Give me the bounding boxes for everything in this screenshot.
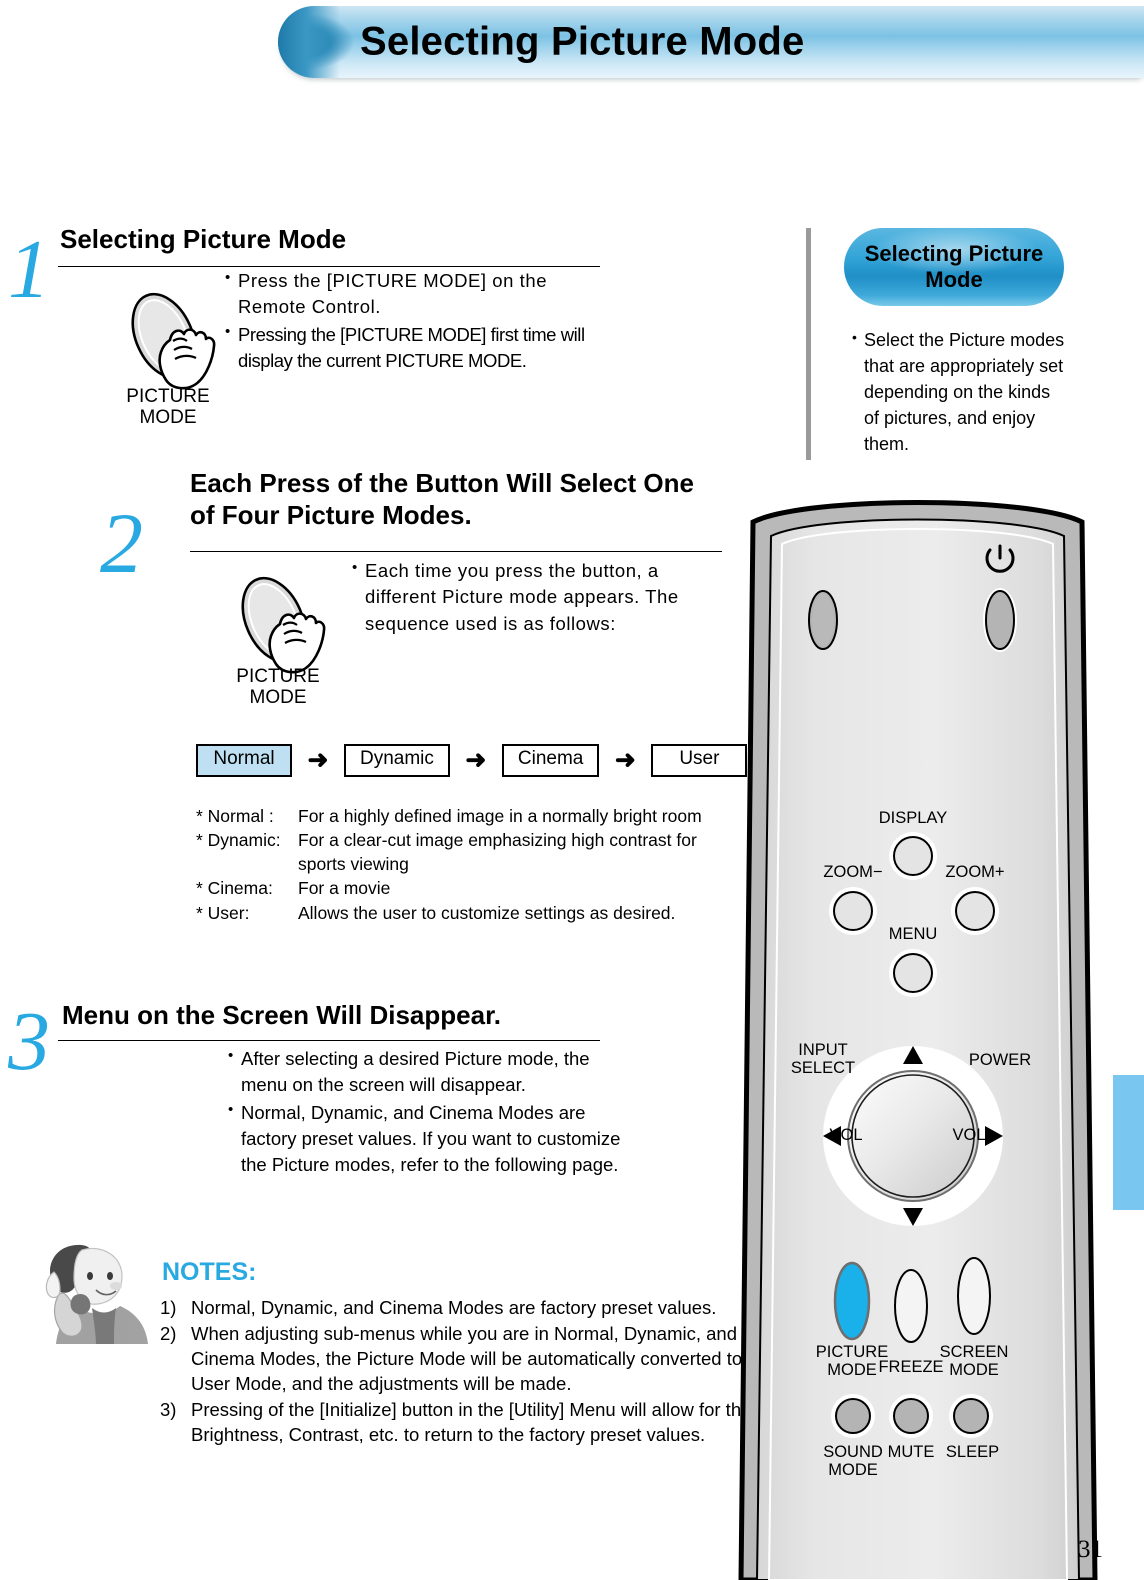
- definition-term: * Cinema:: [196, 878, 273, 899]
- note-item: 3) Pressing of the [Initialize] button i…: [160, 1398, 778, 1448]
- note-number: 3): [160, 1398, 177, 1420]
- step-3-divider: [58, 1040, 600, 1041]
- sequence-item-cinema[interactable]: Cinema: [501, 744, 600, 777]
- sequence-arrow-icon-1: ➜: [307, 745, 329, 774]
- step-1-heading: Selecting Picture Mode: [60, 224, 347, 254]
- definition-desc: For a movie: [298, 878, 391, 899]
- definition-term: * User:: [196, 902, 250, 923]
- remote-label-sleep: SLEEP: [945, 1443, 1000, 1461]
- sequence-item-normal[interactable]: Normal: [196, 744, 292, 777]
- sequence-arrow-icon-2: ➜: [465, 745, 487, 774]
- section-edge-tab: [1113, 1075, 1144, 1210]
- step-2-number: 2: [100, 495, 143, 591]
- remote-label-power: POWER: [968, 1051, 1032, 1069]
- remote-label-zoom-plus: ZOOM+: [945, 863, 1005, 881]
- definition-desc: Allows the user to customize settings as…: [298, 902, 676, 923]
- sidebar-badge: Selecting Picture Mode: [828, 222, 1080, 312]
- remote-label-input-select: INPUT SELECT: [790, 1041, 856, 1078]
- sidebar-badge-title: Selecting Picture Mode: [864, 241, 1044, 292]
- step-1-bullet-1: Press the [PICTURE MODE] on the Remote C…: [225, 267, 603, 321]
- step-3-bullet-1: After selecting a desired Picture mode, …: [228, 1045, 638, 1099]
- step-3-bullet-2: Normal, Dynamic, and Cinema Modes are fa…: [228, 1099, 638, 1179]
- note-number: 1): [160, 1297, 177, 1318]
- remote-label-vol-right: VOL: [952, 1126, 986, 1144]
- definition-row: * Dynamic: For a clear-cut image emphasi…: [196, 828, 716, 876]
- definition-term: * Normal :: [196, 806, 274, 826]
- note-text: When adjusting sub-menus while you are i…: [191, 1322, 743, 1394]
- note-text: Normal, Dynamic, and Cinema Modes are fa…: [191, 1297, 717, 1318]
- sequence-arrow-icon-3: ➜: [614, 745, 636, 774]
- note-text: Pressing of the [Initialize] button in t…: [191, 1398, 752, 1445]
- sidebar-description: Select the Picture modes that are approp…: [852, 327, 1070, 458]
- step-2-bullet-1: Each time you press the button, a differ…: [352, 557, 718, 637]
- remote-control-illustration: INPUT SELECT POWER DISPLAY ZOOM− ZOOM+ M…: [735, 488, 1100, 1580]
- step-1-number: 1: [8, 223, 50, 316]
- remote-label-screen-mode: SCREEN MODE: [939, 1343, 1009, 1380]
- notes-mascot-illustration: [30, 1236, 158, 1366]
- note-number: 2): [160, 1322, 177, 1344]
- page-title: Selecting Picture Mode: [360, 19, 805, 64]
- step-2-heading: Each Press of the Button Will Select One…: [190, 468, 694, 530]
- step-2-bullets: Each time you press the button, a differ…: [352, 557, 718, 638]
- definition-row: * Normal : For a highly defined image in…: [196, 804, 716, 828]
- remote-label-vol-left: VOL: [829, 1126, 863, 1144]
- notes-title: NOTES:: [162, 1258, 257, 1286]
- sidebar-bullet: Select the Picture modes that are approp…: [852, 327, 1070, 458]
- step-2-divider: [190, 551, 722, 552]
- step-1-bullet-2: Pressing the [PICTURE MODE] first time w…: [225, 321, 603, 375]
- definition-desc: For a clear-cut image emphasizing high c…: [298, 830, 697, 875]
- step-1-divider: [58, 266, 600, 267]
- picture-mode-button-caption-1: PICTURE MODE: [126, 386, 210, 429]
- step-3-number: 3: [8, 995, 50, 1088]
- note-item: 1) Normal, Dynamic, and Cinema Modes are…: [160, 1296, 778, 1321]
- mode-definitions: * Normal : For a highly defined image in…: [196, 804, 716, 925]
- manual-page: Selecting Picture Mode 1 Selecting Pictu…: [0, 0, 1144, 1580]
- definition-row: * User: Allows the user to customize set…: [196, 901, 716, 925]
- definition-term: * Dynamic:: [196, 830, 281, 851]
- remote-label-menu: MENU: [888, 925, 938, 943]
- sequence-item-user[interactable]: User: [651, 744, 748, 777]
- step-1-bullets: Press the [PICTURE MODE] on the Remote C…: [225, 267, 603, 375]
- remote-label-zoom-minus: ZOOM−: [823, 863, 883, 881]
- step-3-heading: Menu on the Screen Will Disappear.: [62, 1000, 501, 1030]
- definition-desc: For a highly defined image in a normally…: [298, 806, 702, 826]
- page-header-banner: Selecting Picture Mode: [278, 6, 1144, 78]
- notes-list: 1) Normal, Dynamic, and Cinema Modes are…: [160, 1296, 778, 1449]
- step-3-bullets: After selecting a desired Picture mode, …: [228, 1045, 638, 1179]
- note-item: 2) When adjusting sub-menus while you ar…: [160, 1322, 778, 1397]
- remote-label-display: DISPLAY: [878, 809, 948, 827]
- picture-mode-button-caption-2: PICTURE MODE: [236, 666, 320, 709]
- definition-row: * Cinema: For a movie: [196, 876, 716, 900]
- picture-mode-sequence: Normal ➜ Dynamic ➜ Cinema ➜ User: [196, 744, 748, 777]
- sidebar-accent-bar: [806, 228, 811, 460]
- page-number: 31: [1078, 1536, 1103, 1563]
- sequence-item-dynamic[interactable]: Dynamic: [344, 744, 450, 777]
